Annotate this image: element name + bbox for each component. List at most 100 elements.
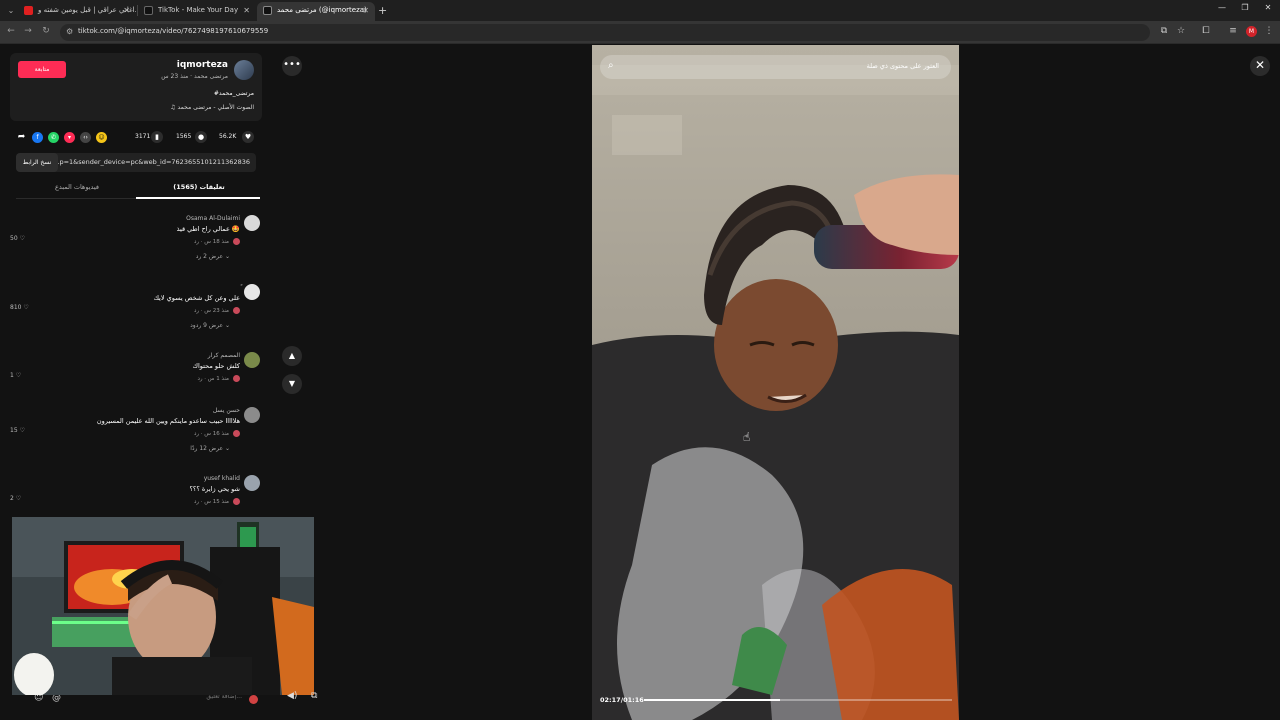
save-count: 3171 [135, 133, 151, 140]
commenter-name[interactable]: حسن يسل [213, 407, 240, 414]
embed-icon[interactable]: ‹› [80, 132, 91, 143]
comment-meta: منذ 15 س · رد [194, 498, 240, 505]
comment-icon[interactable]: ● [195, 131, 207, 143]
url-text: tiktok.com/@iqmorteza/video/762749819761… [78, 27, 269, 35]
whatsapp-icon[interactable]: ✆ [48, 132, 59, 143]
previous-video-button[interactable]: ▲ [282, 346, 302, 366]
video-frame-image [592, 45, 959, 720]
commenter-name[interactable]: Osama Al-Dulaimi [186, 215, 240, 222]
back-icon[interactable]: ← [5, 26, 17, 36]
commenter-avatar[interactable] [244, 284, 260, 300]
comment-likes[interactable]: 15 ♡ [10, 427, 25, 434]
tab-creator-videos[interactable]: فيديوهات المبدع [16, 183, 138, 191]
comment-meta: منذ 23 س · رد [194, 307, 240, 314]
post-icon[interactable] [249, 695, 258, 704]
comment-meta: منذ 1 س · رد [197, 375, 240, 382]
commenter-avatar[interactable] [244, 475, 260, 491]
tab-title: مرتضى محمد (@iqmorteza) [277, 6, 367, 14]
creator-handle[interactable]: iqmorteza [177, 60, 228, 70]
commenter-avatar[interactable] [244, 352, 260, 368]
more-options-button[interactable]: ••• [282, 56, 302, 76]
webcam-feed-image [12, 517, 314, 695]
comment-input[interactable]: إضافة تعليق... [60, 693, 266, 707]
heart-outline-icon: ♡ [19, 427, 25, 434]
commenter-name[interactable]: yusef khalid [204, 475, 240, 482]
window-close-button[interactable]: ✕ [1261, 3, 1275, 12]
mouse-cursor-icon: ☝ [743, 430, 751, 444]
copy-link-button[interactable]: نسخ الرابط [16, 153, 58, 172]
new-tab-button[interactable]: + [378, 2, 387, 19]
heart-outline-icon: ♡ [23, 304, 29, 311]
share-arrow-icon[interactable]: ➦ [16, 132, 27, 143]
minimize-button[interactable]: — [1215, 3, 1229, 12]
share-link-text[interactable]: ...p=1&sender_device=pc&web_id=762365510… [53, 158, 250, 166]
music-link[interactable]: ♫ الصوت الأصلي - مرتضى محمد [170, 104, 254, 111]
tab-title: TikTok - Make Your Day [158, 6, 239, 14]
url-field[interactable]: ⚙ tiktok.com/@iqmorteza/video/7627498197… [60, 24, 1150, 41]
video-progress-fill [644, 699, 780, 701]
close-icon[interactable]: ✕ [123, 2, 130, 19]
volume-icon[interactable]: ◀) [287, 691, 297, 701]
profile-avatar[interactable]: M [1246, 26, 1257, 37]
tab-title: اغاني عراقي | قبل يومين شفته و... [38, 6, 136, 14]
picture-in-picture-icon[interactable]: ⧉ [311, 691, 317, 701]
heart-outline-icon: ♡ [19, 235, 25, 242]
close-icon[interactable]: ✕ [243, 2, 250, 19]
close-video-button[interactable]: ✕ [1250, 56, 1270, 76]
like-count: 56.2K [219, 133, 237, 140]
like-count: 2 [10, 495, 14, 502]
like-count: 15 [10, 427, 18, 434]
forward-icon[interactable]: → [22, 26, 34, 36]
reload-icon[interactable]: ↻ [40, 26, 52, 36]
extensions-icon[interactable]: ⧠ [1200, 26, 1212, 36]
browser-menu-icon[interactable]: ⋮ [1263, 26, 1275, 36]
heart-icon[interactable]: ♥ [242, 131, 254, 143]
tab-search-button[interactable]: ⌄ [4, 4, 18, 17]
tiktok-share-icon[interactable]: ▾ [64, 132, 75, 143]
view-replies-button[interactable]: عرض 2 رد ⌄ [196, 253, 230, 260]
comment-likes[interactable]: 1 ♡ [10, 372, 21, 379]
comment-likes[interactable]: 2 ♡ [10, 495, 21, 502]
tab-iraqi-songs[interactable]: اغاني عراقي | قبل يومين شفته و... ✕ [18, 2, 136, 21]
facebook-icon[interactable]: f [32, 132, 43, 143]
video-hashtag[interactable]: #مرتضى_محمد [214, 90, 254, 97]
comment-meta: منذ 18 س · رد [194, 238, 240, 245]
more-icon: ••• [283, 59, 301, 70]
video-progress-bar[interactable] [644, 699, 952, 701]
commenter-name[interactable]: المصمم كرار [208, 352, 240, 359]
view-replies-button[interactable]: عرض 12 ردًا ⌄ [190, 445, 230, 452]
address-bar: ← → ↻ ⚙ tiktok.com/@iqmorteza/video/7627… [0, 21, 1280, 44]
webcam-overlay [12, 517, 314, 695]
comment-list: Osama Al-Dulaimi عمالي راح اطي قيذ 🤩 منذ… [0, 215, 270, 515]
creator-liked-icon [233, 307, 240, 314]
comment-likes[interactable]: 50 ♡ [10, 235, 25, 242]
comment-meta: منذ 16 س · رد [194, 430, 240, 437]
comment-count: 1565 [176, 133, 192, 140]
site-info-icon[interactable]: ⚙ [66, 27, 73, 36]
install-app-icon[interactable]: ⧉ [1158, 26, 1170, 36]
commenter-avatar[interactable] [244, 215, 260, 231]
commenter-avatar[interactable] [244, 407, 260, 423]
comment-text: عمالي راح اطي قيذ 🤩 [176, 225, 240, 233]
video-player[interactable]: ⌕ العثور على محتوى ذي صلة 02:17/01:16 [592, 45, 959, 720]
comment-likes[interactable]: 810 ♡ [10, 304, 29, 311]
video-search-bar[interactable]: ⌕ العثور على محتوى ذي صلة [600, 55, 951, 79]
chevron-up-icon: ▲ [288, 351, 296, 360]
tab-tiktok[interactable]: TikTok - Make Your Day ✕ [138, 2, 256, 21]
creator-liked-icon [233, 498, 240, 505]
creator-card: متابعة iqmorteza مرتضى محمد · منذ 23 س #… [10, 53, 262, 121]
bookmark-icon[interactable]: ▮ [151, 131, 163, 143]
next-video-button[interactable]: ▼ [282, 374, 302, 394]
view-replies-button[interactable]: عرض 9 ردود ⌄ [190, 322, 230, 329]
follow-button[interactable]: متابعة [18, 61, 66, 78]
bookmark-star-icon[interactable]: ☆ [1175, 26, 1187, 36]
tab-comments[interactable]: تعليقات (1565) [138, 183, 260, 191]
restore-button[interactable]: ❐ [1238, 3, 1252, 12]
tiktok-icon [263, 6, 272, 15]
like-count: 50 [10, 235, 18, 242]
creator-avatar[interactable] [234, 60, 254, 80]
tab-morteza-profile[interactable]: مرتضى محمد (@iqmorteza) ✕ [257, 2, 375, 21]
emoji-share-icon[interactable]: ☺ [96, 132, 107, 143]
reading-list-icon[interactable]: ≡ [1227, 26, 1239, 36]
close-icon[interactable]: ✕ [362, 2, 369, 19]
